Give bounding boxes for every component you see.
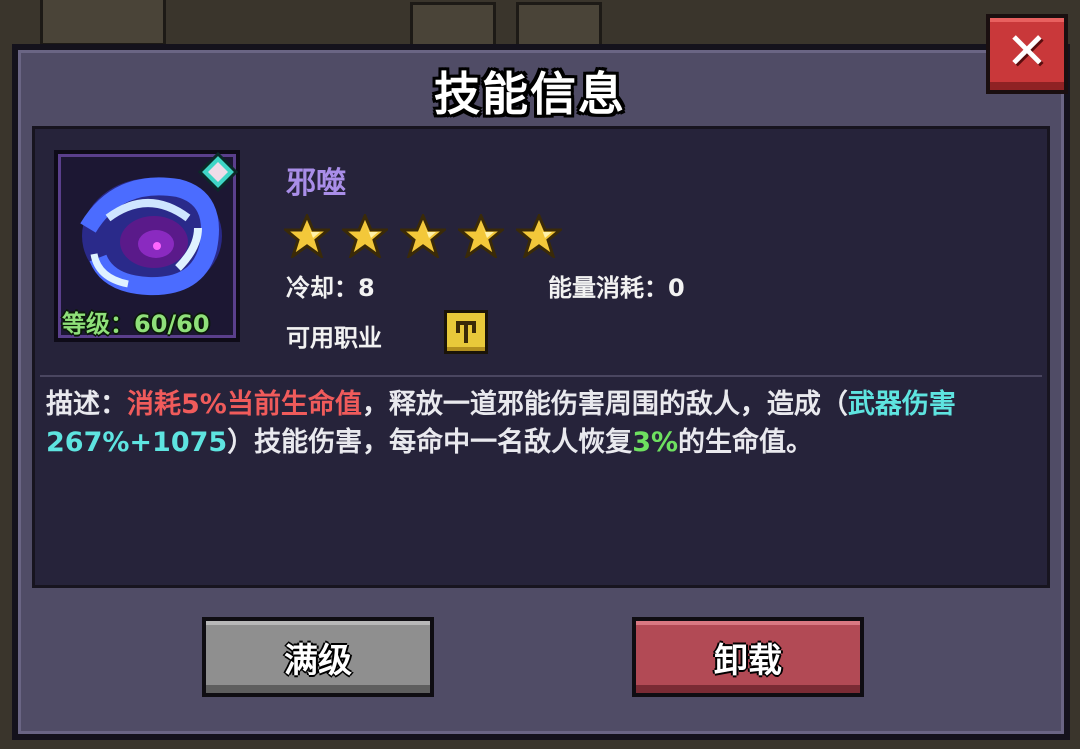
star-rating — [284, 214, 562, 258]
star-icon — [516, 214, 562, 258]
dialog-title: 技能信息 — [434, 67, 626, 121]
background-tile — [40, 0, 166, 46]
description-heal: 3% — [632, 427, 679, 458]
skill-description: 描述：消耗5%当前生命值，释放一道邪能伤害周围的敌人，造成（武器伤害267%+1… — [46, 386, 1036, 462]
max-level-button[interactable]: 满级 — [202, 617, 434, 697]
skill-name: 邪噬 — [286, 166, 346, 201]
star-icon — [342, 214, 388, 258]
description-prefix: 描述： — [46, 389, 127, 420]
background-tile — [516, 2, 602, 50]
fist-class-glyph — [456, 321, 476, 343]
fist-class-icon[interactable] — [444, 310, 488, 354]
unload-button[interactable]: 卸载 — [632, 617, 864, 697]
close-button[interactable]: ✕ — [986, 14, 1068, 94]
section-divider — [40, 375, 1042, 377]
description-suffix: 的生命值。 — [678, 427, 814, 458]
description-text-1: ，释放一道邪能伤害周围的敌人，造成（ — [361, 389, 848, 420]
available-classes-label: 可用职业 — [286, 324, 382, 352]
skill-level: 等级：60/60 — [62, 310, 210, 338]
star-icon — [284, 214, 330, 258]
star-icon — [400, 214, 446, 258]
background-tile — [410, 2, 496, 50]
star-icon — [458, 214, 504, 258]
gem-icon — [198, 152, 238, 192]
description-text-2: ）技能伤害，每命中一名敌人恢复 — [227, 427, 633, 458]
cooldown-stat: 冷却：8 — [286, 274, 375, 302]
description-cost: 消耗5%当前生命值 — [127, 389, 362, 420]
close-icon: ✕ — [1006, 22, 1048, 80]
energy-cost-stat: 能量消耗：0 — [548, 274, 685, 302]
